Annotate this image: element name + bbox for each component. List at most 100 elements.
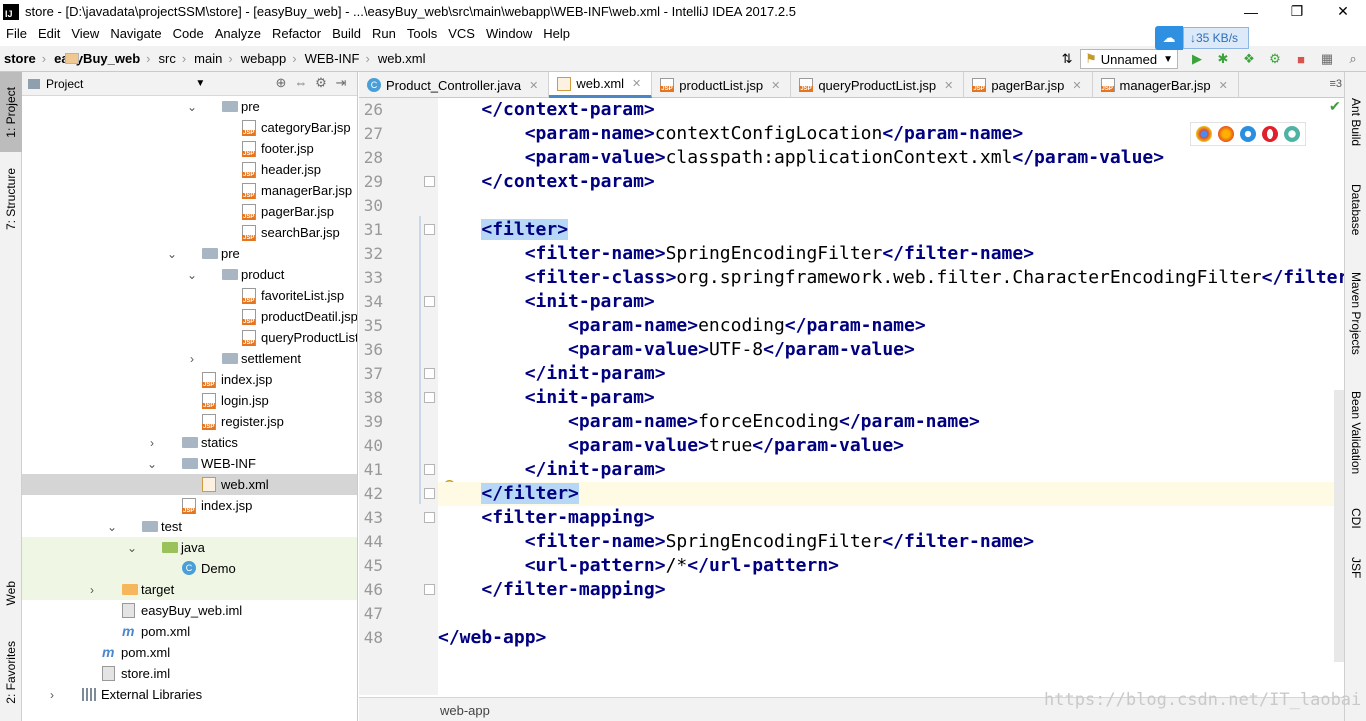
breadcrumb-web-xml[interactable]: web.xml [65,51,430,66]
tree-item[interactable]: queryProductList.jsp [22,327,357,348]
collapse-all-icon[interactable]: ⇔ [291,75,311,91]
tree-item[interactable]: register.jsp [22,411,357,432]
editor-scrollbar[interactable] [1334,390,1344,662]
editor-tab[interactable]: pagerBar.jsp ✕ [964,72,1093,98]
chevron-down-icon[interactable]: ⌄ [185,268,199,282]
tab-project[interactable]: 1: Project [0,72,22,152]
stop-icon[interactable]: ■ [1290,49,1312,69]
edge-icon[interactable] [1284,126,1300,142]
close-tab-icon[interactable]: ✕ [944,79,953,92]
editor-tab[interactable]: web.xml ✕ [549,72,653,98]
menu-help[interactable]: Help [537,26,575,41]
chevron-down-icon[interactable]: ⌄ [105,520,119,534]
menu-window[interactable]: Window [480,26,537,41]
tree-item[interactable]: ⌄ pre [22,243,357,264]
fold-marker-icon[interactable] [424,296,435,307]
tab-overflow-button[interactable]: ≡3 [1329,78,1342,90]
fold-marker-icon[interactable] [424,512,435,523]
breadcrumb-store[interactable]: store › [0,51,79,66]
tree-item[interactable]: › statics [22,432,357,453]
sync-icon[interactable]: ⊕ [271,75,291,91]
tree-item[interactable]: web.xml [22,474,357,495]
menu-run[interactable]: Run [366,26,401,41]
fold-marker-icon[interactable] [424,176,435,187]
tree-item[interactable]: productDeatil.jsp [22,306,357,327]
tree-item[interactable]: m pom.xml [22,642,357,663]
menu-navigate[interactable]: Navigate [104,26,166,41]
xml-path-breadcrumb[interactable]: web-app [440,703,490,718]
menu-edit[interactable]: Edit [32,26,65,41]
tab-bean-validation[interactable]: Bean Validation [1345,378,1366,488]
search-icon[interactable]: ⌕ [1342,49,1364,69]
tab-jsf[interactable]: JSF [1345,548,1366,588]
menu-vcs[interactable]: VCS [442,26,480,41]
menu-refactor[interactable]: Refactor [266,26,326,41]
tab-ant-build[interactable]: Ant Build [1345,82,1366,162]
tab-favorites[interactable]: 2: Favorites [0,632,22,712]
chrome-icon[interactable] [1196,126,1212,142]
tree-item[interactable]: ⌄ product [22,264,357,285]
tree-item[interactable]: index.jsp [22,495,357,516]
chevron-right-icon[interactable]: › [45,688,59,702]
tree-item[interactable]: store.iml [22,663,357,684]
tab-web[interactable]: Web [0,568,22,618]
chevron-down-icon[interactable]: ⌄ [165,247,179,261]
chevron-down-icon[interactable]: ⌄ [145,457,159,471]
tree-item[interactable]: › External Libraries [22,684,357,705]
menu-analyze[interactable]: Analyze [209,26,266,41]
breadcrumb-src[interactable]: src › [65,51,190,66]
close-button[interactable]: ✕ [1320,0,1366,23]
editor-tab[interactable]: managerBar.jsp ✕ [1093,72,1239,98]
tree-item[interactable]: header.jsp [22,159,357,180]
chevron-down-icon[interactable]: ⌄ [185,100,199,114]
menu-code[interactable]: Code [167,26,209,41]
tree-item[interactable]: ⌄ test [22,516,357,537]
tab-maven-projects[interactable]: Maven Projects [1345,258,1366,368]
chevron-right-icon[interactable]: › [85,583,99,597]
tree-item[interactable]: footer.jsp [22,138,357,159]
fold-marker-icon[interactable] [424,224,435,235]
maximize-button[interactable]: ❐ [1274,0,1320,23]
editor-tab[interactable]: C Product_Controller.java ✕ [359,72,550,98]
chevron-down-icon[interactable]: ⌄ [125,541,139,555]
close-tab-icon[interactable]: ✕ [529,79,538,92]
tab-structure[interactable]: 7: Structure [0,164,22,234]
tree-item[interactable]: ⌄ WEB-INF [22,453,357,474]
fold-marker-icon[interactable] [424,392,435,403]
settings-gear-icon[interactable]: ⚙ [311,75,331,91]
hide-icon[interactable]: ⇥ [331,75,351,91]
tree-item[interactable]: ⌄ java [22,537,357,558]
tree-item[interactable]: › settlement [22,348,357,369]
tree-item[interactable]: m pom.xml [22,621,357,642]
close-tab-icon[interactable]: ✕ [1072,79,1081,92]
tree-item[interactable]: managerBar.jsp [22,180,357,201]
profile-icon[interactable]: ⚙ [1264,49,1286,69]
menu-build[interactable]: Build [326,26,366,41]
tree-item[interactable]: ⌄ pre [22,96,357,117]
tree-item[interactable]: C Demo [22,558,357,579]
run-configuration-select[interactable]: ⚑ Unnamed ▼ [1080,49,1178,69]
tab-database[interactable]: Database [1345,170,1366,250]
chevron-right-icon[interactable]: › [145,436,159,450]
code-editor[interactable]: </context-param> <param-name>contextConf… [438,98,1344,695]
breadcrumb-main[interactable]: main › [65,51,237,66]
menu-file[interactable]: File [0,26,32,41]
close-tab-icon[interactable]: ✕ [771,79,780,92]
tree-item[interactable]: favoriteList.jsp [22,285,357,306]
tree-item[interactable]: categoryBar.jsp [22,117,357,138]
opera-icon[interactable] [1262,126,1278,142]
minimize-button[interactable]: — [1228,0,1274,23]
sort-icon[interactable]: ⇅ [1056,49,1078,69]
breadcrumb-web-inf[interactable]: WEB-INF › [65,51,374,66]
debug-icon[interactable]: ✱ [1212,49,1234,69]
safari-icon[interactable] [1240,126,1256,142]
tree-item[interactable]: easyBuy_web.iml [22,600,357,621]
firefox-icon[interactable] [1218,126,1234,142]
breadcrumb-webapp[interactable]: webapp › [65,51,301,66]
fold-marker-icon[interactable] [424,368,435,379]
close-tab-icon[interactable]: ✕ [1219,79,1228,92]
fold-marker-icon[interactable] [424,488,435,499]
tree-item[interactable]: login.jsp [22,390,357,411]
run-icon[interactable]: ▶ [1186,49,1208,69]
menu-view[interactable]: View [65,26,104,41]
